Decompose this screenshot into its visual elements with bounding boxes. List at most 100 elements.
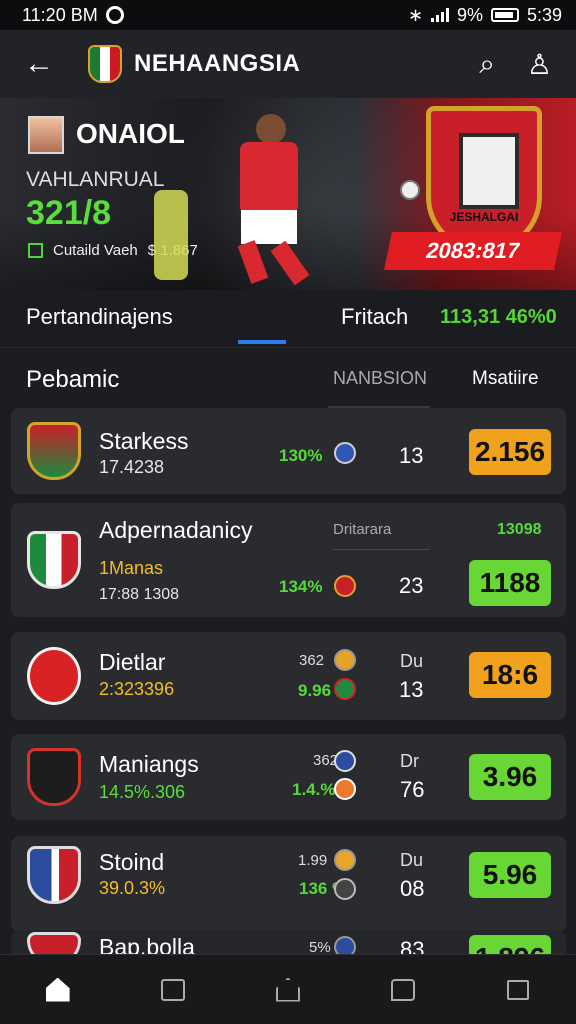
odds-button[interactable]: 18:6: [469, 652, 551, 698]
house-outline-icon[interactable]: [267, 969, 309, 1011]
match-card[interactable]: Stoind 39.0.3% 1.99 136 % Du 08 5.96: [11, 836, 566, 932]
odds-button[interactable]: 5.96: [469, 852, 551, 898]
team-logo-icon: [27, 846, 81, 904]
side-divider: [332, 549, 430, 550]
team-meta-secondary: 17:88 1308: [99, 586, 180, 603]
player-leg: [237, 240, 269, 284]
club-crest-icon: [426, 106, 542, 252]
square-icon[interactable]: [152, 969, 194, 1011]
odds-button[interactable]: 3.96: [469, 754, 551, 800]
team-name: Stoind: [99, 849, 165, 875]
team-mini-icon: [334, 778, 356, 800]
team-name: Starkess: [99, 428, 189, 454]
stat-value: 362: [299, 652, 325, 669]
square-shape: [160, 978, 185, 1001]
team-name: Maniangs: [99, 751, 199, 777]
home-icon[interactable]: [37, 969, 79, 1011]
team-meta: 17.4238: [99, 457, 165, 477]
tab-pertandinajens[interactable]: Pertandinajens: [26, 304, 173, 330]
chat-icon[interactable]: [382, 969, 424, 1011]
player-avatar: [28, 116, 64, 154]
football-icon: [400, 180, 420, 200]
house-outline-shape: [275, 977, 300, 1002]
section-header: Pebamic NANBSION Msatiire: [0, 348, 576, 408]
match-number: 23: [399, 573, 424, 598]
bag-shape: [507, 979, 530, 1000]
player-shirt: [240, 142, 298, 214]
status-clock: 5:39: [526, 4, 562, 25]
profile-icon[interactable]: ♙: [527, 48, 552, 81]
hero-subtitle: VAHLANRUAL: [26, 168, 165, 191]
shield-icon: [334, 750, 356, 772]
status-left: 11:20 BM: [22, 5, 124, 26]
team-mini-icon: [334, 678, 356, 700]
status-time: 11:20 BM: [22, 4, 98, 25]
status-right: ∗ 9% 5:39: [408, 5, 562, 26]
home-shape: [45, 977, 70, 1002]
player-image: [206, 114, 336, 286]
bottom-navigation: [0, 954, 576, 1024]
team-logo-icon: [27, 748, 81, 806]
back-icon[interactable]: ←: [24, 47, 64, 81]
team-mini-icon: [334, 575, 356, 597]
side-label: Dritarara: [333, 521, 392, 538]
side-value: 13098: [497, 521, 542, 538]
stat-value: 1.4.%: [292, 780, 336, 799]
stat-value: 1.99: [298, 852, 328, 869]
app-actions: ⌕ ♙: [479, 48, 552, 81]
notification-icon: [105, 6, 124, 24]
section-column-1: NANBSION: [333, 368, 428, 388]
match-card[interactable]: Dietlar 2:323396 362 9.96 Du 13 18:6: [11, 632, 566, 720]
bluetooth-icon: ∗: [407, 4, 423, 25]
app-bar: ← NEHAANGSIA ⌕ ♙: [0, 30, 576, 98]
hero-banner: ONAIOL VAHLANRUAL 321/8 Cutaild Vaeh $ 1…: [0, 98, 576, 290]
bag-icon[interactable]: [497, 969, 539, 1011]
hero-name: ONAIOL: [76, 118, 185, 149]
match-number: 13: [399, 677, 424, 702]
club-logo-icon: [88, 45, 122, 83]
player-shorts: [241, 210, 297, 244]
team-logo-icon: [27, 422, 81, 480]
search-icon[interactable]: ⌕: [479, 48, 495, 81]
chat-shape: [391, 978, 416, 1001]
green-box-icon: [28, 243, 43, 258]
team-mini-icon: [334, 649, 356, 671]
match-label: Du: [400, 850, 424, 870]
stat-percentage: 130%: [279, 446, 323, 465]
team-logo-icon: [27, 531, 81, 589]
section-column-2: Msatiire: [472, 368, 539, 389]
team-meta: 14.5%.306: [99, 782, 186, 802]
hero-bottom-text: Cutaild Vaeh: [53, 242, 138, 259]
active-tab-indicator: [238, 340, 286, 344]
tab-bar: Pertandinajens Fritach 113,31 46%0: [0, 290, 576, 348]
tab-fritach[interactable]: Fritach: [341, 304, 408, 330]
match-label: Dr: [400, 751, 419, 771]
stat-value: 9.96: [298, 681, 332, 700]
player-head: [256, 114, 286, 144]
battery-icon: [490, 8, 519, 22]
odds-button[interactable]: 2.156: [469, 429, 551, 475]
team-mini-icon: [334, 878, 356, 900]
hero-badge: 2083:817: [383, 232, 563, 270]
stat-percentage: 134%: [279, 577, 323, 596]
odds-button[interactable]: 1188: [469, 560, 551, 606]
match-number: 76: [400, 777, 425, 802]
match-label: Du: [400, 651, 424, 671]
match-card[interactable]: Maniangs 14.5%.306 362 1.4.% Dr 76 3.96: [11, 734, 566, 820]
team-meta: 1Manas: [99, 558, 164, 578]
match-number: 13: [399, 443, 424, 468]
team-mini-icon: [334, 849, 356, 871]
team-logo-icon: [27, 647, 81, 705]
hero-score: 321/8: [26, 194, 112, 232]
section-title: Pebamic: [26, 366, 120, 393]
match-card[interactable]: Starkess 17.4238 130% 13 2.156: [11, 408, 566, 494]
team-meta: 2:323396: [99, 679, 175, 699]
shield-icon: [334, 442, 356, 464]
signal-text: 9%: [456, 4, 483, 25]
match-card[interactable]: Adpernadanicy 1Manas 17:88 1308 Dritarar…: [11, 503, 566, 617]
signal-icon: [430, 8, 449, 22]
background-player-image: [154, 190, 188, 280]
status-bar: 11:20 BM ∗ 9% 5:39: [0, 0, 576, 30]
tab-value: 113,31 46%0: [440, 306, 557, 328]
team-name: Adpernadanicy: [99, 517, 253, 543]
